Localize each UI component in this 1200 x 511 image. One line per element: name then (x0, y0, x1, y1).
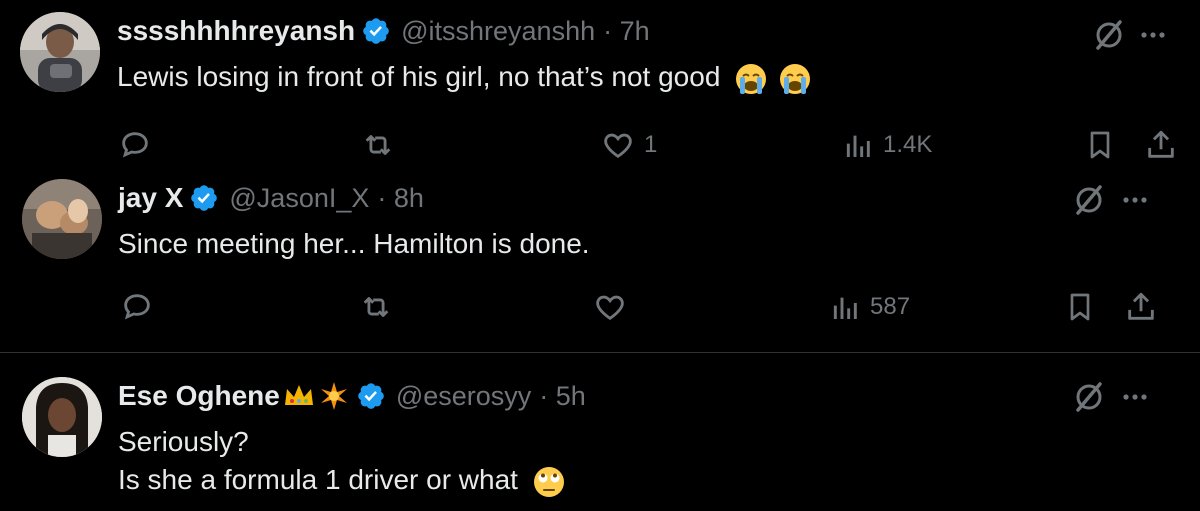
more-options-icon[interactable] (1118, 380, 1152, 414)
handle[interactable]: @eserosyy (396, 381, 531, 412)
more-options-icon[interactable] (1136, 18, 1170, 52)
retweet-button[interactable] (358, 290, 394, 324)
loudly-crying-face-icon (736, 63, 767, 94)
retweet-icon (363, 297, 389, 317)
like-count: 1 (644, 131, 658, 158)
tweet-text-content: Lewis losing in front of his girl, no th… (117, 61, 721, 92)
retweet-icon (365, 135, 391, 155)
avatar[interactable] (20, 12, 100, 92)
display-name[interactable]: jay X (118, 182, 183, 214)
tweet-1[interactable]: sssshhhhreyansh @itsshreyanshh · 7h Lewi… (0, 0, 1200, 180)
sparkle-icon (320, 382, 347, 410)
timestamp[interactable]: · 5h (539, 381, 586, 412)
display-name[interactable]: Ese Oghene (118, 380, 280, 412)
views-button[interactable]: 587 (830, 290, 910, 324)
verified-badge-icon (358, 383, 384, 409)
tweet-text: Seriously? Is she a formula 1 driver or … (118, 423, 566, 499)
tweet-3[interactable]: Ese Oghene @eserosyy · 5h Seriously? Is … (0, 353, 1200, 511)
views-icon (833, 297, 857, 319)
avatar[interactable] (22, 377, 102, 457)
face-with-rolling-eyes-icon (533, 466, 564, 497)
grok-icon[interactable] (1072, 183, 1106, 217)
avatar-image (20, 12, 100, 92)
bookmark-button[interactable] (1084, 128, 1116, 162)
heart-icon (596, 295, 624, 321)
verified-badge-icon (191, 185, 218, 211)
bookmark-icon (1070, 293, 1090, 321)
reply-button[interactable] (120, 290, 154, 324)
grok-icon[interactable] (1092, 18, 1126, 52)
avatar-image (22, 179, 102, 259)
views-button[interactable]: 1.4K (843, 128, 932, 162)
share-icon (1148, 130, 1174, 158)
verified-badge-icon (363, 18, 389, 44)
retweet-button[interactable] (360, 128, 396, 162)
more-options-icon[interactable] (1118, 183, 1152, 217)
tweet-text-content: Is she a formula 1 driver or what (118, 464, 518, 495)
bookmark-icon (1090, 131, 1110, 159)
timestamp[interactable]: · 7h (603, 16, 650, 47)
handle[interactable]: @JasonI_X (229, 183, 369, 214)
tweet-text-line: Seriously? (118, 426, 249, 457)
crown-icon (284, 385, 313, 405)
share-button[interactable] (1144, 128, 1178, 162)
loudly-crying-face-icon (779, 63, 810, 94)
tweet-text-line: Is she a formula 1 driver or what (118, 461, 566, 499)
views-count: 587 (870, 293, 911, 320)
avatar-image (22, 377, 102, 457)
share-button[interactable] (1124, 290, 1158, 324)
like-button[interactable]: 1 (600, 128, 657, 162)
share-icon (1128, 292, 1154, 320)
heart-icon (604, 133, 632, 159)
avatar[interactable] (22, 179, 102, 259)
views-count: 1.4K (883, 131, 933, 158)
display-name[interactable]: sssshhhhreyansh (117, 15, 355, 47)
reply-icon (124, 294, 150, 320)
views-icon (846, 135, 870, 157)
reply-icon (122, 132, 148, 158)
reply-button[interactable] (118, 128, 152, 162)
tweet-text: Since meeting her... Hamilton is done. (118, 228, 590, 259)
tweet-text: Lewis losing in front of his girl, no th… (117, 58, 812, 96)
timestamp[interactable]: · 8h (377, 183, 424, 214)
like-button[interactable] (592, 290, 628, 324)
grok-icon[interactable] (1072, 380, 1106, 414)
handle[interactable]: @itsshreyanshh (401, 16, 595, 47)
tweet-2[interactable]: jay X @JasonI_X · 8h Since meeting her..… (0, 170, 1200, 352)
bookmark-button[interactable] (1064, 290, 1096, 324)
